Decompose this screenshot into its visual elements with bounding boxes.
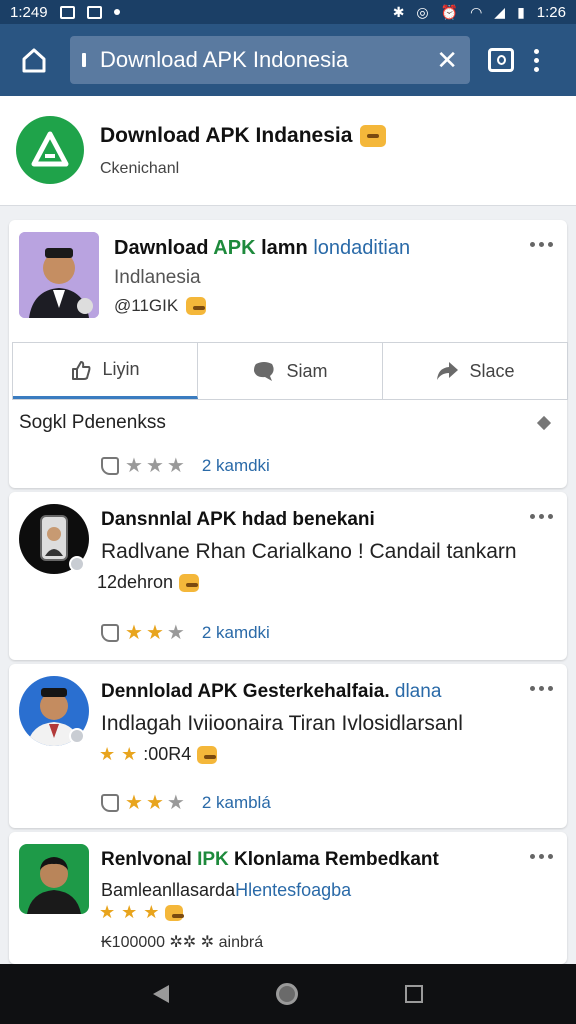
post-card: Dennlolad APK Gesterkehalfaia. dlana Ind…: [9, 664, 567, 828]
info-icon: [82, 53, 86, 67]
logo-mark: [31, 131, 69, 167]
avatar[interactable]: [19, 232, 99, 318]
nav-home-icon[interactable]: [275, 983, 298, 1005]
recents-icon[interactable]: [404, 985, 423, 1003]
rating-row[interactable]: ★ ★ ★ 2 kamdki: [101, 620, 270, 645]
app-logo: [16, 116, 84, 184]
avatar[interactable]: [19, 844, 89, 914]
notification-dot-icon: [113, 9, 120, 15]
post-meta: 12dehron: [97, 572, 200, 593]
star-icon: ★: [166, 792, 185, 814]
bluetooth-icon: ✱: [392, 4, 405, 20]
emoji-icon: [197, 745, 218, 764]
url-text: Download APK Indonesia: [100, 47, 349, 72]
emoji-icon: [165, 904, 185, 921]
star-icon: ★: [121, 902, 138, 922]
like-button[interactable]: Liyin: [13, 343, 198, 399]
camera-icon: [86, 5, 102, 19]
rating-row[interactable]: ★ ★ ★ 2 kamdki: [101, 453, 270, 478]
menu-icon[interactable]: [534, 48, 539, 72]
thumb-icon: [101, 793, 119, 812]
section-label: Sogkl Pdenenkss: [19, 412, 166, 433]
post-subtitle: Indlanesia: [114, 267, 201, 288]
url-field[interactable]: Download APK Indonesia ✕: [70, 36, 470, 84]
home-icon: [22, 48, 46, 73]
more-icon[interactable]: [530, 854, 553, 859]
post-body: BamleanllasardaHlentesfoagba: [101, 880, 352, 900]
page-header: Download APK Indanesia Ckenichanl: [0, 96, 576, 206]
star-icon: ★: [145, 792, 164, 814]
comment-count[interactable]: 2 kamblá: [202, 793, 271, 813]
post-card: Renlvonal IPK Klonlama Rembedkant Bamlea…: [9, 832, 567, 964]
comment-button[interactable]: Siam: [198, 343, 383, 399]
post-card: Dansnnlal APK hdad benekani Radlvane Rha…: [9, 492, 567, 660]
star-icon: ★: [125, 792, 143, 814]
share-label: Slace: [469, 360, 515, 381]
post-stats: ₭100000 ✲✲ ✲ ainbrá: [101, 934, 264, 951]
more-icon[interactable]: [530, 514, 553, 519]
star-icon: ★: [99, 902, 116, 922]
more-icon[interactable]: [530, 686, 553, 691]
star-icon: ★: [166, 455, 185, 477]
star-icon: ★: [166, 622, 185, 644]
home-button[interactable]: [14, 40, 54, 80]
online-status-icon: [69, 728, 85, 744]
online-status-icon: [69, 556, 85, 572]
star-icon: ★: [125, 455, 143, 477]
emoji-icon: [186, 297, 207, 315]
star-icon: ★: [99, 744, 116, 764]
comment-label: Siam: [286, 360, 328, 381]
alarm-icon: ⏰: [440, 4, 459, 20]
page-subtitle: Ckenichanl: [100, 160, 180, 177]
star-icon: ★: [121, 744, 138, 764]
post-card: Dawnload APK lamn londaditian Indlanesia…: [9, 220, 568, 488]
signal-icon: ◢: [494, 4, 506, 20]
share-button[interactable]: Slace: [383, 343, 567, 399]
share-icon: [437, 362, 459, 380]
thumb-icon: [101, 456, 119, 475]
emoji-icon: [179, 573, 200, 592]
gallery-icon: [59, 5, 75, 19]
post-meta: @11GIK: [114, 296, 207, 316]
status-time: 1:249: [10, 3, 48, 21]
post-meta: ★ ★ ★: [99, 902, 185, 923]
system-nav-bar: [0, 964, 576, 1024]
star-icon: ★: [125, 622, 143, 644]
vibrate-icon: ◎: [416, 4, 429, 20]
star-icon: ★: [143, 902, 160, 922]
tabs-icon[interactable]: [488, 48, 514, 72]
comment-count[interactable]: 2 kamdki: [202, 456, 270, 476]
post-title[interactable]: Dawnload APK lamn londaditian: [114, 237, 410, 260]
status-bar: 1:249 ✱ ◎ ⏰ ◠ ◢ ▮ 1:26: [0, 0, 576, 24]
close-icon[interactable]: ✕: [436, 47, 458, 73]
page-title-text: Download APK Indanesia: [100, 124, 353, 147]
status-clock: 1:26: [536, 3, 566, 21]
pencil-icon[interactable]: [536, 415, 552, 431]
comment-icon: [254, 362, 275, 381]
post-body: Indlagah Iviioonaira Tiran Ivlosidlarsan…: [101, 712, 463, 735]
post-body: Radlvane Rhan Carialkano ! Candail tanka…: [101, 540, 517, 563]
action-bar: Liyin Siam Slace: [12, 342, 568, 400]
star-icon: ★: [145, 622, 164, 644]
more-icon[interactable]: [530, 242, 553, 247]
post-title[interactable]: Dansnnlal APK hdad benekani: [101, 509, 375, 531]
comment-count[interactable]: 2 kamdki: [202, 623, 270, 643]
rating-row[interactable]: ★ ★ ★ 2 kamblá: [101, 790, 271, 815]
like-icon: [72, 360, 91, 380]
post-title[interactable]: Renlvonal IPK Klonlama Rembedkant: [101, 849, 439, 871]
emoji-icon: [360, 125, 387, 147]
back-icon[interactable]: [153, 985, 170, 1003]
battery-icon: ▮: [517, 4, 525, 20]
post-meta: ★ ★ :00R4: [99, 744, 218, 765]
star-icon: ★: [145, 455, 164, 477]
thumb-icon: [101, 623, 119, 642]
post-title[interactable]: Dennlolad APK Gesterkehalfaia. dlana: [101, 681, 441, 703]
page-title: Download APK Indanesia: [100, 124, 387, 148]
like-label: Liyin: [102, 359, 140, 379]
browser-toolbar: Download APK Indonesia ✕: [0, 24, 576, 96]
wifi-icon: ◠: [470, 4, 483, 20]
